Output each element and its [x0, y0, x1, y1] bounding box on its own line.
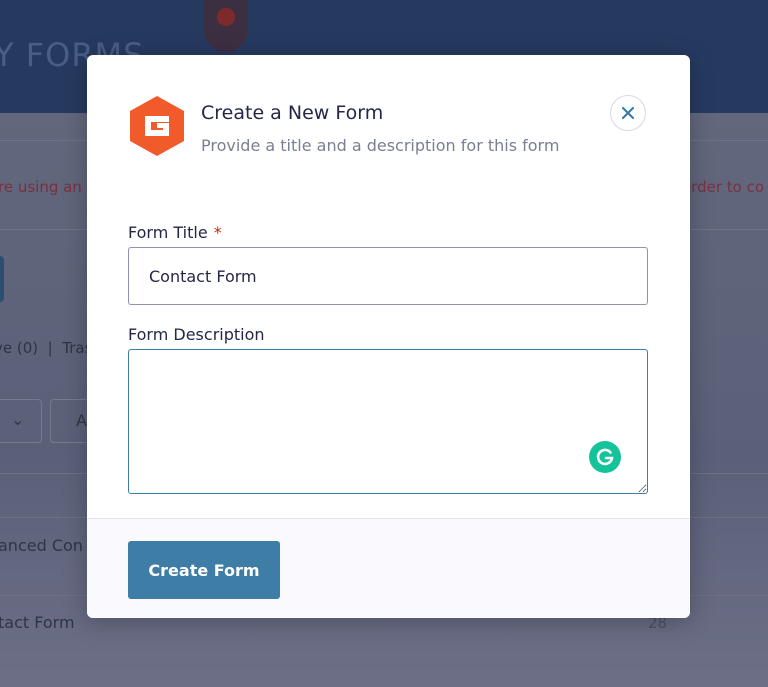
- form-title-input[interactable]: [128, 247, 648, 305]
- background-form-row: anced Con: [0, 536, 83, 555]
- dialog-subtitle: Provide a title and a description for th…: [201, 136, 560, 155]
- form-title-label: Form Title *: [128, 223, 222, 242]
- dialog-footer: Create Form: [87, 518, 690, 618]
- create-form-button[interactable]: Create Form: [128, 541, 280, 599]
- form-description-textarea[interactable]: [128, 349, 648, 494]
- create-form-dialog: Create a New Form Provide a title and a …: [87, 55, 690, 618]
- dialog-title: Create a New Form: [201, 102, 384, 124]
- background-notice-text-right: order to co: [682, 178, 765, 196]
- background-notice-text-left: re using an: [0, 178, 82, 196]
- required-marker: *: [213, 223, 222, 242]
- close-button[interactable]: [610, 95, 646, 131]
- chevron-down-icon: ⌄: [11, 410, 25, 429]
- background-add-new-button: [0, 256, 4, 302]
- form-description-label: Form Description: [128, 325, 265, 344]
- background-form-row: tact Form: [0, 613, 75, 632]
- grammarly-button[interactable]: [589, 441, 621, 473]
- grammarly-icon: [596, 448, 614, 466]
- background-apply-button: A: [50, 399, 92, 443]
- close-icon: [621, 106, 635, 120]
- background-bulk-action-select: ⌄: [0, 399, 42, 443]
- background-filter-links: ve (0) | Tras: [0, 339, 93, 357]
- mascot-icon: [204, 0, 248, 52]
- gravity-forms-logo-icon: [130, 96, 184, 156]
